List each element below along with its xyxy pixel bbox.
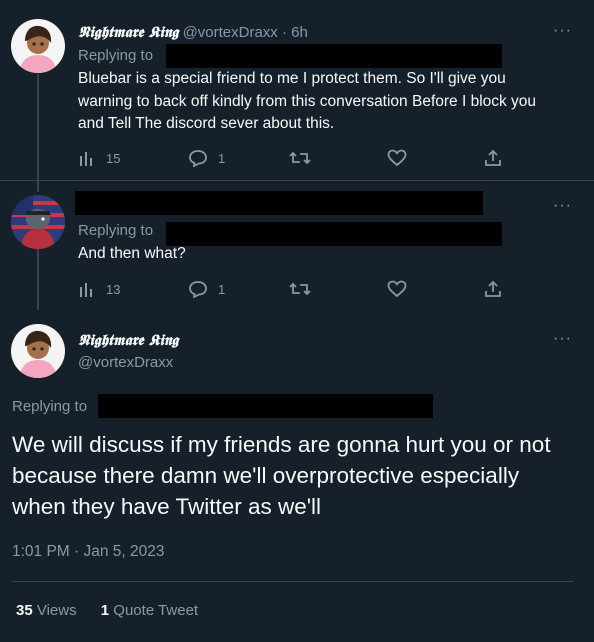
- redacted-username: [166, 44, 502, 68]
- display-name[interactable]: 𝕹𝖎𝖌𝖍𝖙𝖒𝖆𝖗𝖊 𝕶𝖎𝖓𝖌: [78, 331, 178, 349]
- divider: [12, 581, 574, 582]
- analytics-button[interactable]: 13: [78, 280, 120, 298]
- quote-label: Quote Tweet: [113, 602, 199, 619]
- share-icon: [485, 280, 501, 297]
- reply-count: 1: [218, 150, 226, 166]
- analytics-icon: [80, 283, 92, 297]
- analytics-icon: [80, 152, 92, 166]
- separator: ·: [281, 24, 287, 41]
- quote-count: 1: [100, 602, 110, 619]
- action-bar: 15 1: [78, 149, 518, 169]
- share-icon: [485, 149, 501, 166]
- like-button[interactable]: [387, 280, 407, 298]
- tweet-vortexdraxx-1[interactable]: 𝕹𝖎𝖌𝖍𝖙𝖒𝖆𝖗𝖊 𝕶𝖎𝖓𝖌 @vortexDraxx · 6h ··· Rep…: [0, 0, 594, 192]
- reply-icon: [189, 281, 207, 298]
- like-button[interactable]: [387, 149, 407, 167]
- tweet-text: Bluebar is a special friend to me I prot…: [78, 70, 537, 132]
- replying-to-label: Replying to: [78, 222, 154, 239]
- redacted-username: [98, 394, 433, 418]
- more-icon[interactable]: ···: [553, 197, 572, 215]
- views-stat: 35 Views: [16, 602, 81, 619]
- reply-button[interactable]: 1: [188, 149, 225, 167]
- handle[interactable]: @vortexDraxx: [183, 24, 278, 41]
- share-button[interactable]: [484, 149, 502, 167]
- main-tweet: 𝕹𝖎𝖌𝖍𝖙𝖒𝖆𝖗𝖊 𝕶𝖎𝖓𝖌 @vortexDraxx ··· Replying…: [0, 311, 594, 642]
- tweet-text: And then what?: [78, 245, 186, 262]
- display-name-row: 𝕹𝖎𝖌𝖍𝖙𝖒𝖆𝖗𝖊 𝕶𝖎𝖓𝖌: [78, 331, 178, 349]
- action-bar: 13 1: [78, 280, 518, 300]
- tweet-timestamp[interactable]: 1:01 PM · Jan 5, 2023: [12, 543, 165, 561]
- avatar[interactable]: [11, 195, 65, 249]
- retweet-button[interactable]: [289, 149, 311, 167]
- thread-line: [37, 246, 39, 310]
- views-label: Views: [36, 602, 77, 619]
- avatar[interactable]: [11, 324, 65, 378]
- more-icon[interactable]: ···: [553, 22, 572, 40]
- avatar[interactable]: [11, 19, 65, 73]
- views-count: 15: [106, 150, 121, 166]
- retweet-icon: [289, 151, 311, 165]
- reply-icon: [189, 150, 207, 167]
- like-icon: [387, 149, 407, 167]
- reply-count: 1: [218, 281, 226, 297]
- replying-to-label: Replying to: [78, 47, 154, 64]
- retweet-icon: [289, 282, 311, 296]
- retweet-button[interactable]: [289, 280, 311, 298]
- thread-line: [37, 74, 39, 192]
- analytics-button[interactable]: 15: [78, 149, 120, 167]
- engagement-stats: 35 Views 1 Quote Tweet: [16, 602, 198, 619]
- tweet-reply[interactable]: ··· Replying to And then what? 13 1: [0, 181, 594, 311]
- quote-tweets-stat[interactable]: 1 Quote Tweet: [101, 602, 198, 619]
- display-name[interactable]: 𝕹𝖎𝖌𝖍𝖙𝖒𝖆𝖗𝖊 𝕶𝖎𝖓𝖌: [78, 23, 178, 41]
- replying-to-label: Replying to: [12, 398, 88, 415]
- views-count: 13: [106, 281, 121, 297]
- tweet-text: We will discuss if my friends are gonna …: [12, 432, 551, 519]
- reply-button[interactable]: 1: [188, 280, 225, 298]
- redacted-display-name: [75, 191, 483, 215]
- handle[interactable]: @vortexDraxx: [78, 354, 173, 371]
- like-icon: [387, 280, 407, 298]
- share-button[interactable]: [484, 280, 502, 298]
- views-count: 35: [16, 602, 33, 619]
- tweet-header: 𝕹𝖎𝖌𝖍𝖙𝖒𝖆𝖗𝖊 𝕶𝖎𝖓𝖌 @vortexDraxx · 6h: [78, 23, 308, 41]
- more-icon[interactable]: ···: [553, 330, 572, 348]
- timestamp[interactable]: 6h: [291, 24, 308, 41]
